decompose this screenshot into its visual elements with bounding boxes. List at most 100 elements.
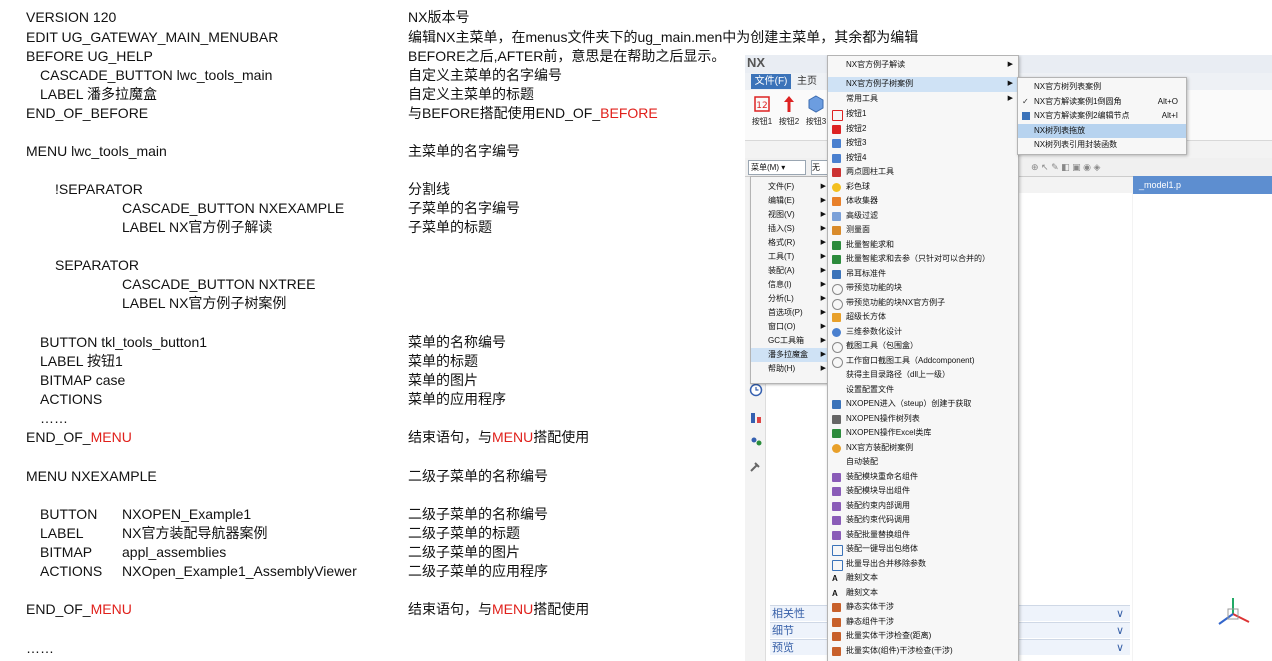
- menu-item-drag-drop[interactable]: NX树列表拖放: [1018, 123, 1186, 138]
- menu-item[interactable]: 装配一键导出包络体: [828, 542, 1018, 557]
- menu-item[interactable]: 测量面: [828, 223, 1018, 238]
- menu-item[interactable]: 获得主目录路径（dll上一级）: [828, 368, 1018, 383]
- chevron-down-icon: ∨: [1115, 625, 1124, 637]
- menu-item-edit-node[interactable]: NX官方解读案例2编辑节点 Alt+I: [1018, 109, 1186, 124]
- code-line: ……: [40, 410, 68, 426]
- comment-line: 菜单的应用程序: [408, 391, 506, 407]
- menu-item-assembly[interactable]: 装配(A) ▶: [751, 264, 829, 278]
- menu-item[interactable]: 装配约束代码调用: [828, 513, 1018, 528]
- menu-item-nx-example[interactable]: NX官方例子解读 ▶: [828, 58, 1018, 73]
- ribbon-button-1[interactable]: 12 按钮1: [749, 94, 775, 127]
- menu-item[interactable]: NXOPEN操作Excel类库: [828, 426, 1018, 441]
- menu-item-edit[interactable]: 编辑(E) ▶: [751, 194, 829, 208]
- comment-line: 子菜单的名字编号: [408, 200, 520, 216]
- code-line: ACTIONS: [40, 391, 103, 407]
- menu-item[interactable]: 高级过滤: [828, 209, 1018, 224]
- menu-item[interactable]: 设置配置文件: [828, 383, 1018, 398]
- graphics-window[interactable]: _model1.p: [1133, 176, 1272, 661]
- menu-item[interactable]: 超级长方体: [828, 310, 1018, 325]
- menu-item-gc-toolbox[interactable]: GC工具箱 ▶: [751, 334, 829, 348]
- comment-line: 菜单的名称编号: [408, 334, 506, 350]
- code-line: appl_assemblies: [122, 544, 227, 560]
- menu-item[interactable]: 按钮2: [828, 122, 1018, 137]
- menu-item[interactable]: 装配约束内部调用: [828, 499, 1018, 514]
- svg-text:12: 12: [756, 101, 767, 111]
- menu-item-preferences[interactable]: 首选项(P) ▶: [751, 306, 829, 320]
- menu-item-common-tools[interactable]: 常用工具 ▶: [828, 92, 1018, 107]
- code-line: VERSION 120: [26, 9, 117, 25]
- menu-item[interactable]: 批量智能求和: [828, 238, 1018, 253]
- sum-icon: [832, 255, 841, 264]
- menu-item-wrapper[interactable]: NX树列表引用封装函数: [1018, 138, 1186, 153]
- menu-item-window[interactable]: 窗口(O) ▶: [751, 320, 829, 334]
- menu-item-nx-tree[interactable]: NX官方例子树案例 ▶: [828, 77, 1018, 92]
- role-icon[interactable]: [749, 411, 763, 425]
- assembly-icon: [832, 501, 841, 511]
- interference-icon: [832, 603, 841, 612]
- code-line: BUTTON: [40, 506, 98, 522]
- menu-item[interactable]: 带预览功能的块: [828, 281, 1018, 296]
- people-icon[interactable]: [749, 435, 763, 449]
- code-line: CASCADE_BUTTON lwc_tools_main: [40, 67, 273, 83]
- menu-item[interactable]: 两点圆柱工具: [828, 165, 1018, 180]
- code-line: ……: [26, 640, 54, 656]
- sphere-icon: [832, 327, 841, 337]
- menu-item[interactable]: A 雕刻文本: [828, 571, 1018, 586]
- menu-item[interactable]: NXOPEN操作树列表: [828, 412, 1018, 427]
- ribbon-button-3[interactable]: 按钮3: [803, 94, 829, 127]
- menu-item[interactable]: 吊耳标准件: [828, 267, 1018, 282]
- menu-item[interactable]: 自动装配: [828, 455, 1018, 470]
- menu-item[interactable]: 批量智能求和去参（只针对可以合并的）: [828, 252, 1018, 267]
- menu-item[interactable]: 按钮4: [828, 151, 1018, 166]
- menu-item-view[interactable]: 视图(V) ▶: [751, 208, 829, 222]
- tools-icon[interactable]: [749, 459, 763, 473]
- tab-file[interactable]: 文件(F): [751, 74, 791, 89]
- menu-item[interactable]: 彩色球: [828, 180, 1018, 195]
- cube-icon: [808, 95, 824, 113]
- part-icon: [832, 269, 841, 279]
- menu-item-tools[interactable]: 工具(T) ▶: [751, 250, 829, 264]
- menu-item-insert[interactable]: 插入(S) ▶: [751, 222, 829, 236]
- ribbon-button-2[interactable]: 按钮2: [776, 94, 802, 127]
- comment-line: 二级子菜单的名称编号: [408, 506, 548, 522]
- menu-item[interactable]: NX官方装配树案例: [828, 441, 1018, 456]
- tab-home[interactable]: 主页: [797, 74, 817, 89]
- clock-icon[interactable]: [749, 383, 763, 397]
- menu-item-info[interactable]: 信息(I) ▶: [751, 278, 829, 292]
- menu-item[interactable]: A 雕刻文本: [828, 586, 1018, 601]
- menu-item-help[interactable]: 帮助(H) ▶: [751, 362, 829, 376]
- menu-item[interactable]: 装配模块重命名组件: [828, 470, 1018, 485]
- menu-item[interactable]: 装配模块导出组件: [828, 484, 1018, 499]
- check-icon: ✓: [1022, 96, 1029, 106]
- menu-item-tree-list[interactable]: NX官方树列表案例: [1018, 80, 1186, 95]
- excel-icon: [832, 429, 841, 438]
- menu-button[interactable]: 菜单(M) ▾: [748, 160, 806, 175]
- menu-item[interactable]: 批量实体干涉检查(距离): [828, 629, 1018, 644]
- model-tab[interactable]: _model1.p: [1133, 176, 1272, 194]
- menu-item[interactable]: 截图工具（包围盒）: [828, 339, 1018, 354]
- comment-line: BEFORE之后,AFTER前，意思是在帮助之后显示。: [408, 48, 726, 64]
- menu-item[interactable]: 工作窗口截图工具（Addcomponent): [828, 354, 1018, 369]
- menu-item-format[interactable]: 格式(R) ▶: [751, 236, 829, 250]
- menu-item[interactable]: 带预览功能的块NX官方例子: [828, 296, 1018, 311]
- menu-item[interactable]: 按钮1: [828, 107, 1018, 122]
- menu-item-pandora[interactable]: 潘多拉魔盒 ▶: [751, 348, 829, 362]
- comment-line: 菜单的标题: [408, 353, 478, 369]
- menu-item[interactable]: 批量实体(组件)干涉检查(干涉): [828, 644, 1018, 659]
- menu-item-analysis[interactable]: 分析(L) ▶: [751, 292, 829, 306]
- digit-icon: 12: [754, 96, 770, 112]
- code-line: CASCADE_BUTTON NXTREE: [122, 276, 316, 292]
- menu-item[interactable]: 装配批量替换组件: [828, 528, 1018, 543]
- menu-item[interactable]: 三维参数化设计: [828, 325, 1018, 340]
- menu-item[interactable]: 批量导出合并移除参数: [828, 557, 1018, 572]
- nx-screenshot: NX 文件(F) 主页 12 按钮1 按钮2 按钮3 菜单(M) ▾ 无 ⊕ ↖…: [745, 55, 1272, 661]
- comment-line: NX版本号: [408, 9, 470, 25]
- menu-item[interactable]: 静态实体干涉: [828, 600, 1018, 615]
- menu-item-file[interactable]: 文件(F) ▶: [751, 180, 829, 194]
- menu-item[interactable]: 按钮3: [828, 136, 1018, 151]
- menu-item[interactable]: 体收集器: [828, 194, 1018, 209]
- comment-line: 结束语句，与MENU搭配使用: [408, 601, 590, 617]
- menu-item[interactable]: 静态组件干涉: [828, 615, 1018, 630]
- menu-item[interactable]: NXOPEN进入（steup）创建于获取: [828, 397, 1018, 412]
- menu-item-fillet[interactable]: ✓ NX官方解读案例1倒圆角 Alt+O: [1018, 95, 1186, 110]
